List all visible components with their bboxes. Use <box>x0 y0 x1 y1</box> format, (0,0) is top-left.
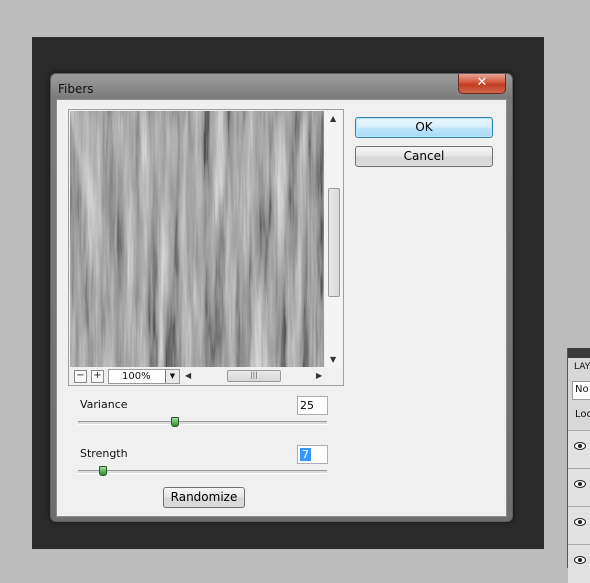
variance-value: 25 <box>300 399 314 412</box>
ok-button[interactable]: OK <box>355 117 493 138</box>
layer-row[interactable] <box>568 544 590 583</box>
dialog-client-area: ▲ ▼ − + 100% ▼ ◀ ||| ▶ OK Cancel Varianc… <box>56 99 507 517</box>
minus-icon: − <box>76 370 85 381</box>
strength-slider-track[interactable] <box>78 470 327 474</box>
zoom-level-value: 100% <box>122 371 151 382</box>
layer-row[interactable] <box>568 468 590 507</box>
close-button[interactable]: ✕ <box>458 74 506 94</box>
randomize-button[interactable]: Randomize <box>163 487 245 508</box>
dialog-title: Fibers <box>58 82 94 96</box>
fibers-preview-image[interactable] <box>70 111 324 367</box>
strength-value: 7 <box>300 448 311 461</box>
chevron-down-icon[interactable]: ▼ <box>165 370 179 383</box>
close-icon: ✕ <box>476 75 488 90</box>
variance-label: Variance <box>80 398 128 411</box>
variance-slider-thumb[interactable] <box>171 417 180 427</box>
horizontal-scroll-thumb[interactable]: ||| <box>227 370 281 382</box>
zoom-level-select[interactable]: 100% ▼ <box>108 369 180 384</box>
zoom-in-button[interactable]: + <box>91 370 104 383</box>
vertical-scroll-thumb[interactable] <box>328 188 340 297</box>
variance-input[interactable]: 25 <box>297 396 328 415</box>
blend-mode-value: No <box>575 384 589 395</box>
plus-icon: + <box>93 370 102 381</box>
scroll-down-icon[interactable]: ▼ <box>330 355 336 364</box>
eye-icon[interactable] <box>574 555 586 565</box>
layers-panel: LAY No Loc <box>567 348 590 583</box>
eye-icon[interactable] <box>574 517 586 527</box>
scroll-right-icon[interactable]: ▶ <box>316 371 322 380</box>
variance-slider-track[interactable] <box>78 421 327 425</box>
scroll-up-icon[interactable]: ▲ <box>330 114 336 123</box>
layer-row[interactable] <box>568 430 590 469</box>
blend-mode-select[interactable]: No <box>572 381 590 400</box>
preview-panel: ▲ ▼ − + 100% ▼ ◀ ||| ▶ <box>68 109 344 386</box>
lock-label: Loc <box>575 409 590 420</box>
strength-slider-thumb[interactable] <box>98 466 107 476</box>
strength-input[interactable]: 7 <box>297 445 328 464</box>
eye-icon[interactable] <box>574 479 586 489</box>
layers-tab[interactable]: LAY <box>574 362 590 372</box>
preview-zoom-bar: − + 100% ▼ ◀ ||| ▶ <box>70 368 342 384</box>
layers-panel-header <box>568 348 590 358</box>
strength-label: Strength <box>80 447 128 460</box>
cancel-button[interactable]: Cancel <box>355 146 493 167</box>
scroll-left-icon[interactable]: ◀ <box>185 371 191 380</box>
layer-row[interactable] <box>568 506 590 545</box>
preview-vertical-scrollbar[interactable]: ▲ ▼ <box>325 111 342 367</box>
zoom-out-button[interactable]: − <box>74 370 87 383</box>
fibers-dialog: Fibers ✕ ▲ ▼ − + 100% ▼ ◀ ||| ▶ OK Cance… <box>50 73 513 522</box>
eye-icon[interactable] <box>574 441 586 451</box>
